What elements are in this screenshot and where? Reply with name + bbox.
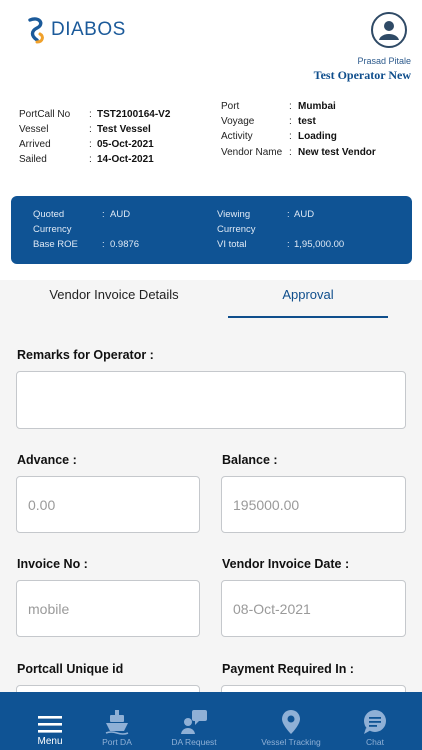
info-port-row: Port : Mumbai — [221, 100, 336, 113]
info-value: Loading — [298, 131, 337, 142]
vendor-invoice-date-label: Vendor Invoice Date : — [222, 557, 350, 571]
info-key: Sailed — [19, 154, 47, 165]
info-value: Mumbai — [298, 101, 336, 112]
info-key: PortCall No — [19, 109, 71, 120]
vendor-invoice-date-placeholder: 08-Oct-2021 — [233, 600, 311, 617]
nav-label: Chat — [366, 737, 384, 747]
nav-item-da-request[interactable]: DA Request — [160, 692, 228, 750]
avatar[interactable] — [371, 12, 407, 48]
balance-label: Balance : — [222, 453, 278, 467]
vi-total-value: 1,95,000.00 — [294, 239, 345, 250]
location-pin-icon — [282, 710, 300, 734]
nav-label: DA Request — [171, 737, 217, 747]
summary-colon: : — [287, 239, 290, 250]
invoice-no-input[interactable]: mobile — [16, 580, 200, 637]
info-colon: : — [89, 154, 92, 165]
info-value: 05-Oct-2021 — [97, 139, 154, 150]
invoice-no-placeholder: mobile — [28, 600, 70, 617]
info-value: TST2100164-V2 — [97, 109, 171, 120]
nav-label: Menu — [37, 736, 63, 747]
remarks-label: Remarks for Operator : — [17, 348, 154, 362]
summary-card: Quoted Currency : AUD Base ROE : 0.9876 V… — [11, 196, 412, 264]
info-vessel-row: Vessel : Test Vessel — [19, 123, 151, 136]
menu-icon — [38, 716, 62, 733]
info-value: test — [298, 116, 316, 127]
nav-item-chat[interactable]: Chat — [350, 692, 400, 750]
balance-placeholder: 195000.00 — [233, 496, 300, 513]
invoice-no-label: Invoice No : — [17, 557, 88, 571]
user-icon — [379, 21, 399, 40]
info-key: Port — [221, 101, 240, 112]
info-key: Voyage — [221, 116, 255, 127]
diabos-logo-icon — [28, 17, 44, 44]
viewing-currency-value: AUD — [294, 209, 315, 220]
info-colon: : — [289, 101, 292, 112]
info-arrived-row: Arrived : 05-Oct-2021 — [19, 138, 154, 151]
advance-input[interactable]: 0.00 — [16, 476, 200, 533]
portcall-unique-id-label: Portcall Unique id — [17, 662, 124, 676]
payment-required-in-label: Payment Required In : — [222, 662, 354, 676]
nav-item-port-da[interactable]: Port DA — [92, 692, 142, 750]
info-colon: : — [89, 139, 92, 150]
quoted-currency-label: Quoted Currency — [33, 209, 72, 235]
ship-icon — [105, 710, 129, 735]
info-vendor-row: Vendor Name : New test Vendor — [221, 146, 376, 159]
vendor-invoice-date-input[interactable]: 08-Oct-2021 — [221, 580, 406, 637]
da-request-icon — [181, 710, 207, 734]
summary-colon: : — [102, 239, 105, 250]
tab-approval[interactable]: Approval — [228, 287, 388, 302]
balance-input[interactable]: 195000.00 — [221, 476, 406, 533]
info-portcall-row: PortCall No : TST2100164-V2 — [19, 108, 170, 121]
nav-item-menu[interactable]: Menu — [22, 692, 78, 750]
active-tab-indicator — [228, 316, 388, 318]
info-value: New test Vendor — [298, 147, 376, 158]
chat-icon — [364, 710, 386, 734]
nav-item-vessel-tracking[interactable]: Vessel Tracking — [248, 692, 334, 750]
user-name: Prasad Pitale — [357, 56, 411, 66]
info-colon: : — [89, 124, 92, 135]
info-key: Vessel — [19, 124, 49, 135]
bottom-nav: Menu Port DA DA Request Vessel Tracking — [0, 692, 422, 750]
remarks-input[interactable] — [16, 371, 406, 429]
nav-label: Port DA — [102, 737, 132, 747]
brand-logo: DIABOS — [27, 16, 126, 44]
info-colon: : — [289, 131, 292, 142]
base-roe-label: Base ROE — [33, 239, 78, 250]
advance-placeholder: 0.00 — [28, 496, 56, 513]
info-activity-row: Activity : Loading — [221, 130, 337, 143]
advance-label: Advance : — [17, 453, 77, 467]
info-colon: : — [89, 109, 92, 120]
summary-colon: : — [287, 209, 290, 220]
info-colon: : — [289, 116, 292, 127]
user-role: Test Operator New — [313, 68, 411, 82]
info-colon: : — [289, 147, 292, 158]
info-key: Activity — [221, 131, 253, 142]
info-voyage-row: Voyage : test — [221, 115, 316, 128]
tab-bar: Vendor Invoice Details Approval — [0, 280, 422, 322]
quoted-currency-value: AUD — [110, 209, 131, 220]
info-value: Test Vessel — [97, 124, 151, 135]
tab-vendor-invoice-details[interactable]: Vendor Invoice Details — [0, 287, 228, 302]
nav-label: Vessel Tracking — [261, 737, 321, 747]
info-key: Vendor Name — [221, 147, 283, 158]
base-roe-value: 0.9876 — [110, 239, 140, 250]
info-key: Arrived — [19, 139, 51, 150]
viewing-currency-label: Viewing Currency — [217, 209, 256, 235]
summary-colon: : — [102, 209, 105, 220]
header: DIABOS Prasad Pitale Test Operator New P… — [0, 0, 422, 280]
info-sailed-row: Sailed : 14-Oct-2021 — [19, 153, 154, 166]
vi-total-label: VI total — [217, 239, 247, 250]
brand-name: DIABOS — [51, 19, 126, 40]
info-value: 14-Oct-2021 — [97, 154, 154, 165]
